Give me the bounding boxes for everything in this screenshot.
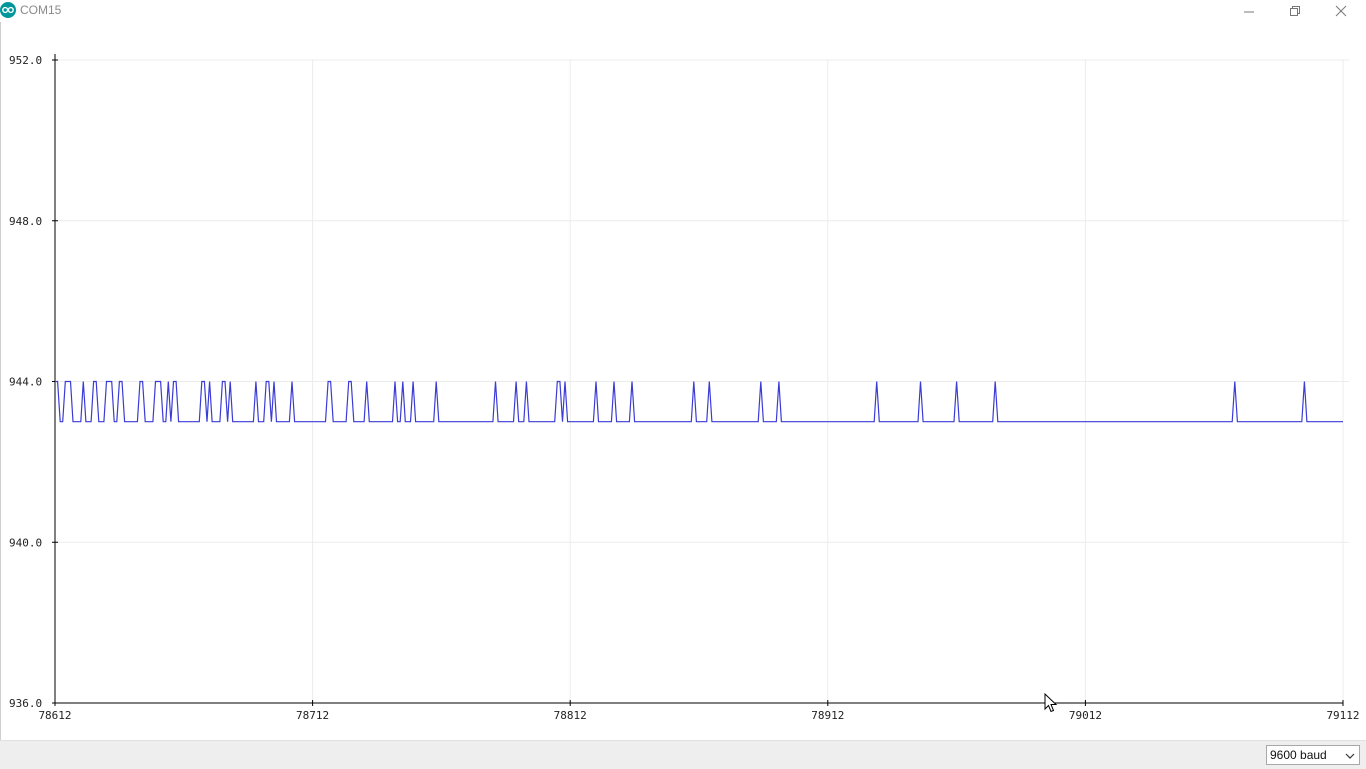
minimize-button[interactable] xyxy=(1226,0,1272,22)
bottom-toolbar: 9600 baud xyxy=(0,740,1366,769)
close-button[interactable] xyxy=(1318,0,1364,22)
window-title: COM15 xyxy=(20,3,62,17)
line-chart: 936.0 940.0 944.0 948.0 952.0 78612 78712 78812… xyxy=(9,54,1360,722)
y-tick-label: 948.0 xyxy=(9,215,42,228)
x-tick-label: 78812 xyxy=(554,709,587,722)
baud-rate-select[interactable]: 9600 baud xyxy=(1266,745,1360,765)
y-tick-label: 940.0 xyxy=(9,536,42,549)
mouse-pointer-icon xyxy=(1044,692,1058,717)
minimize-icon xyxy=(1243,5,1255,17)
x-tick-label: 78712 xyxy=(296,709,329,722)
y-tick-label: 936.0 xyxy=(9,697,42,710)
baud-rate-value: 9600 baud xyxy=(1270,748,1327,762)
x-tick-label: 79112 xyxy=(1326,709,1359,722)
x-tick-label: 79012 xyxy=(1069,709,1102,722)
close-icon xyxy=(1335,5,1347,17)
arduino-logo-icon xyxy=(0,2,16,18)
restore-button[interactable] xyxy=(1272,0,1318,22)
y-tick-label: 952.0 xyxy=(9,54,42,67)
x-tick-label: 78612 xyxy=(38,709,71,722)
series-line xyxy=(55,380,1343,423)
chevron-down-icon xyxy=(1345,750,1355,764)
restore-icon xyxy=(1289,5,1301,17)
y-tick-label: 944.0 xyxy=(9,376,42,389)
serial-plotter-canvas: 936.0 940.0 944.0 948.0 952.0 78612 78712 78812… xyxy=(0,22,1366,740)
x-tick-label: 78912 xyxy=(811,709,844,722)
title-bar: COM15 xyxy=(0,0,1366,22)
